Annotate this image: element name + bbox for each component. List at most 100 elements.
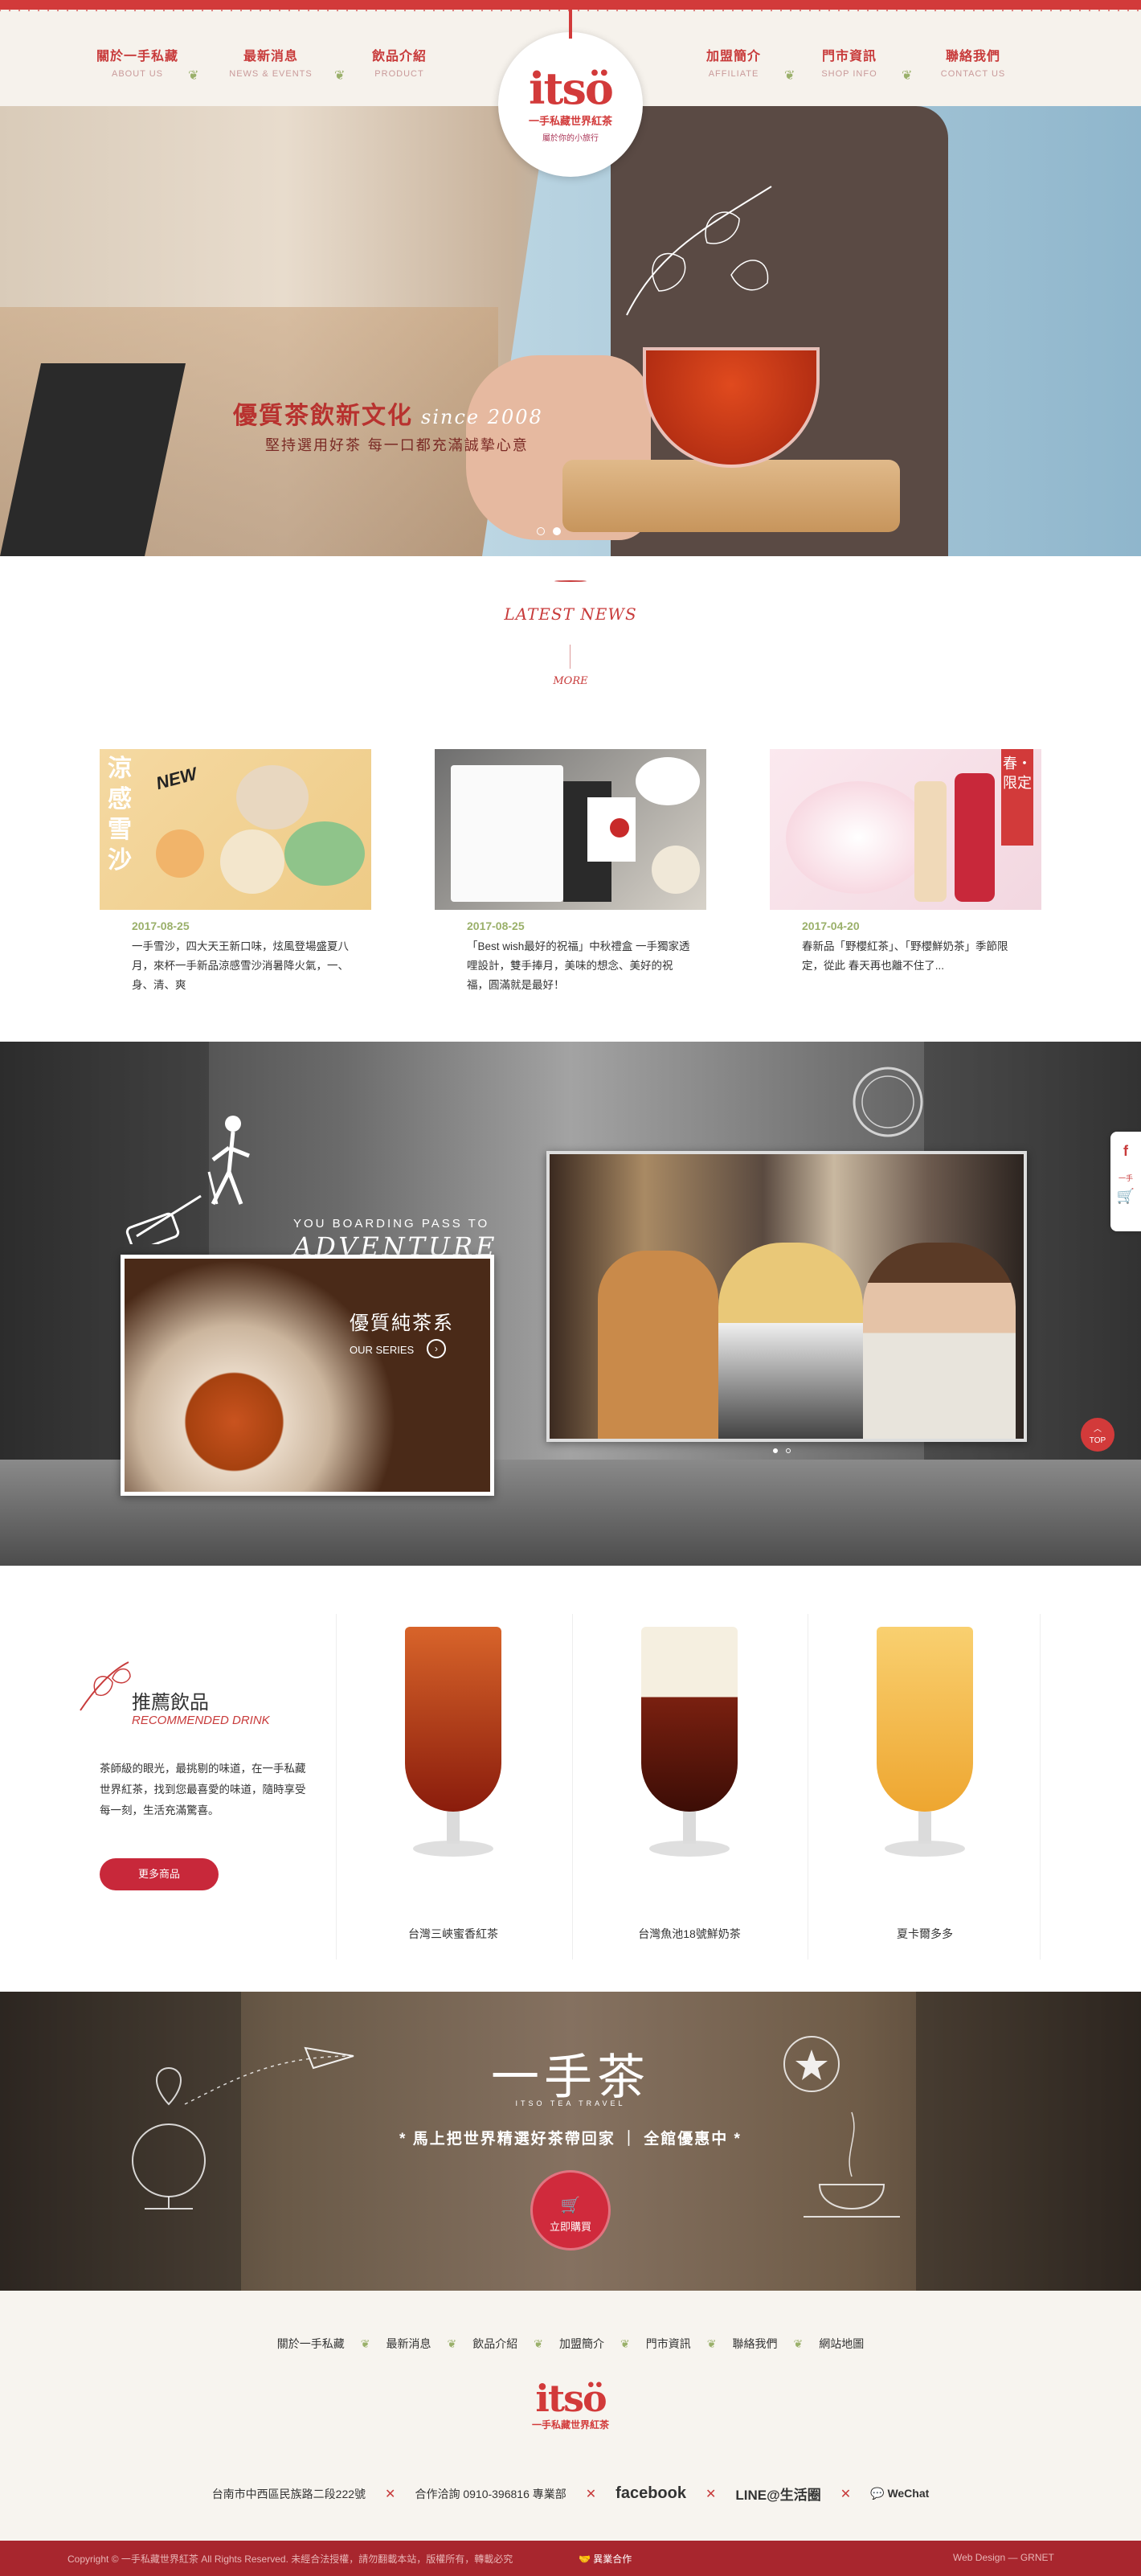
nav-about-zh: 關於一手私藏	[96, 50, 178, 63]
adventure-pagination	[773, 1448, 791, 1453]
leaf-icon: ❦	[620, 2336, 630, 2350]
news-image[interactable]: 春・限定	[770, 749, 1041, 910]
hero-dot-2[interactable]	[553, 527, 561, 535]
facebook-icon[interactable]: f	[1110, 1143, 1141, 1160]
footer-link-contact[interactable]: 聯絡我們	[732, 2336, 777, 2352]
drink-image	[877, 1627, 973, 1868]
chevron-right-icon[interactable]: ›	[427, 1339, 446, 1358]
recommended-section: 推薦飲品 RECOMMENDED DRINK 茶師級的眼光，最挑剔的味道，在一手…	[0, 1566, 1141, 1992]
nav-about[interactable]: 關於一手私藏 ABOUT US	[77, 45, 198, 79]
wechat-icon: 💬	[870, 2487, 885, 2500]
leaf-icon: ❦	[706, 2336, 717, 2350]
tea-series-title: 優質純茶系	[350, 1313, 454, 1334]
separator-icon: ✕	[840, 2487, 852, 2501]
separator-icon: ✕	[585, 2487, 597, 2501]
news-card[interactable]: 2017-08-25 「Best wish最好的祝福」中秋禮盒 一手獨家透哩設計…	[435, 749, 706, 995]
drink-card[interactable]: 台灣三峽蜜香紅茶	[336, 1614, 569, 1960]
news-date: 2017-04-20	[802, 919, 860, 932]
footer-link-product[interactable]: 飲品介紹	[472, 2336, 517, 2352]
adventure-dot-1[interactable]	[773, 1448, 778, 1453]
news-image-label: 涼感雪沙	[108, 756, 132, 874]
recommended-description: 茶師級的眼光，最挑剔的味道，在一手私藏世界紅茶，找到您最喜愛的味道，隨時享受每一…	[100, 1763, 306, 1816]
drink-name: 夏卡爾多多	[897, 1927, 953, 1940]
nav-affiliate[interactable]: 加盟簡介 AFFILIATE	[673, 45, 794, 79]
logo-tagline: 屬於你的小旅行	[542, 134, 599, 143]
wechat-label: WeChat	[887, 2487, 930, 2500]
news-excerpt: 一手雪沙，四大天王新口味，炫風登場盛夏八月，來杯一手新品涼感雪沙消暑降火氣，一、…	[132, 940, 349, 991]
hero-subtitle: 堅持選用好茶 每一口都充滿誠摯心意	[265, 437, 529, 454]
adventure-dot-2[interactable]	[786, 1448, 791, 1453]
drink-image	[641, 1627, 738, 1868]
cart-icon: 🛒	[560, 2197, 581, 2214]
news-more-link[interactable]: MORE	[0, 675, 1141, 687]
nav-news[interactable]: 最新消息 NEWS & EVENTS	[211, 45, 331, 79]
site-footer: 關於一手私藏 ❦ 最新消息 ❦ 飲品介紹 ❦ 加盟簡介 ❦ 門市資訊 ❦ 聯絡我…	[0, 2286, 1141, 2541]
hero-since: since 2008	[421, 406, 543, 428]
banner-subtitle: ITSO TEA TRAVEL	[515, 2099, 626, 2107]
nav-contact-en: CONTACT US	[940, 69, 1006, 79]
news-card[interactable]: 涼感雪沙 NEW 2017-08-25 一手雪沙，四大天王新口味，炫風登場盛夏八…	[100, 749, 371, 995]
nav-about-en: ABOUT US	[111, 69, 164, 79]
partner-link[interactable]: 🤝 異業合作	[579, 2552, 632, 2566]
site-logo[interactable]: itsö 一手私藏世界紅茶 屬於你的小旅行	[498, 32, 643, 177]
web-design-credit[interactable]: Web Design — GRNET	[953, 2552, 1054, 2563]
nav-shop-info-en: SHOP INFO	[821, 69, 877, 79]
nav-news-zh: 最新消息	[243, 50, 298, 63]
drink-card[interactable]: 台灣魚池18號鮮奶茶	[572, 1614, 805, 1960]
footer-logo[interactable]: itsö 一手私藏世界紅茶	[514, 2379, 627, 2431]
arrow-up-icon: ︿	[1094, 1425, 1102, 1434]
banner-title: 一手茶	[491, 2050, 650, 2106]
footer-info: 台南市中西區民族路二段222號 ✕ 合作洽詢 0910-396816 專業部 ✕…	[0, 2484, 1141, 2504]
nav-affiliate-zh: 加盟簡介	[705, 50, 761, 63]
nav-shop-info[interactable]: 門市資訊 SHOP INFO	[789, 45, 910, 79]
cart-icon[interactable]: 🛒	[1110, 1188, 1141, 1205]
nav-shop-info-zh: 門市資訊	[821, 50, 877, 63]
drink-card[interactable]: 夏卡爾多多	[808, 1614, 1041, 1960]
footer-link-sitemap[interactable]: 網站地圖	[819, 2336, 864, 2352]
drink-name: 台灣三峽蜜香紅茶	[408, 1927, 498, 1940]
leaf-icon: ❦	[447, 2336, 457, 2350]
footer-logo-name: 一手私藏世界紅茶	[531, 2419, 609, 2431]
news-date: 2017-08-25	[467, 919, 525, 932]
back-to-top-button[interactable]: ︿ TOP	[1081, 1418, 1114, 1452]
facebook-link[interactable]: facebook	[615, 2484, 686, 2503]
leaf-icon: ❦	[793, 2336, 804, 2350]
leaf-icon: ❦	[360, 2336, 370, 2350]
handshake-icon: 🤝	[579, 2553, 591, 2565]
news-image-label: 春・限定	[1001, 749, 1033, 846]
nav-news-en: NEWS & EVENTS	[229, 69, 313, 79]
buy-now-button[interactable]: 🛒 立即購買	[530, 2170, 611, 2250]
tea-series-card[interactable]: 優質純茶系 OUR SERIES ›	[121, 1255, 494, 1496]
traveler-illustration	[125, 1116, 250, 1244]
nav-product-zh: 飲品介紹	[371, 50, 427, 63]
news-image[interactable]: 涼感雪沙 NEW	[100, 749, 371, 910]
hero-title: 優質茶飲新文化 since 2008	[233, 395, 543, 431]
footer-link-affiliate[interactable]: 加盟簡介	[559, 2336, 604, 2352]
footer-link-news[interactable]: 最新消息	[386, 2336, 431, 2352]
tea-leaf-icon	[80, 1661, 131, 1711]
news-card[interactable]: 春・限定 2017-04-20 春新品「野櫻紅茶」、「野櫻鮮奶茶」季節限定，從此…	[770, 749, 1041, 976]
separator-icon: ✕	[705, 2487, 717, 2501]
wechat-link[interactable]: 💬 WeChat	[870, 2487, 929, 2500]
copyright-bar: Copyright © 一手私藏世界紅茶 All Rights Reserved…	[0, 2541, 1141, 2576]
top-label: TOP	[1089, 1436, 1106, 1445]
news-decor-line	[554, 580, 587, 582]
footer-link-about[interactable]: 關於一手私藏	[277, 2336, 345, 2352]
nav-contact[interactable]: 聯絡我們 CONTACT US	[913, 45, 1033, 79]
separator-icon: ✕	[385, 2487, 396, 2501]
partner-label: 異業合作	[593, 2553, 632, 2565]
line-link[interactable]: LINE@生活圈	[735, 2484, 820, 2504]
news-heading: LATEST NEWS	[504, 604, 637, 624]
footer-address: 台南市中西區民族路二段222號	[211, 2487, 366, 2500]
nav-contact-zh: 聯絡我們	[945, 50, 1000, 63]
news-excerpt: 春新品「野櫻紅茶」、「野櫻鮮奶茶」季節限定，從此 春天再也離不住了...	[802, 940, 1008, 972]
stamp-icon	[853, 1067, 923, 1137]
news-image[interactable]	[435, 749, 706, 910]
nav-product[interactable]: 飲品介紹 PRODUCT	[339, 45, 460, 79]
footer-link-shop-info[interactable]: 門市資訊	[646, 2336, 691, 2352]
side-social-label: 一手	[1118, 1174, 1133, 1182]
adventure-section: YOU BOARDING PASS TO ADVENTURE 優質純茶系 OUR…	[0, 1042, 1141, 1566]
hero-pagination	[537, 527, 561, 535]
hero-dot-1[interactable]	[537, 527, 545, 535]
more-products-button[interactable]: 更多商品	[100, 1858, 219, 1890]
